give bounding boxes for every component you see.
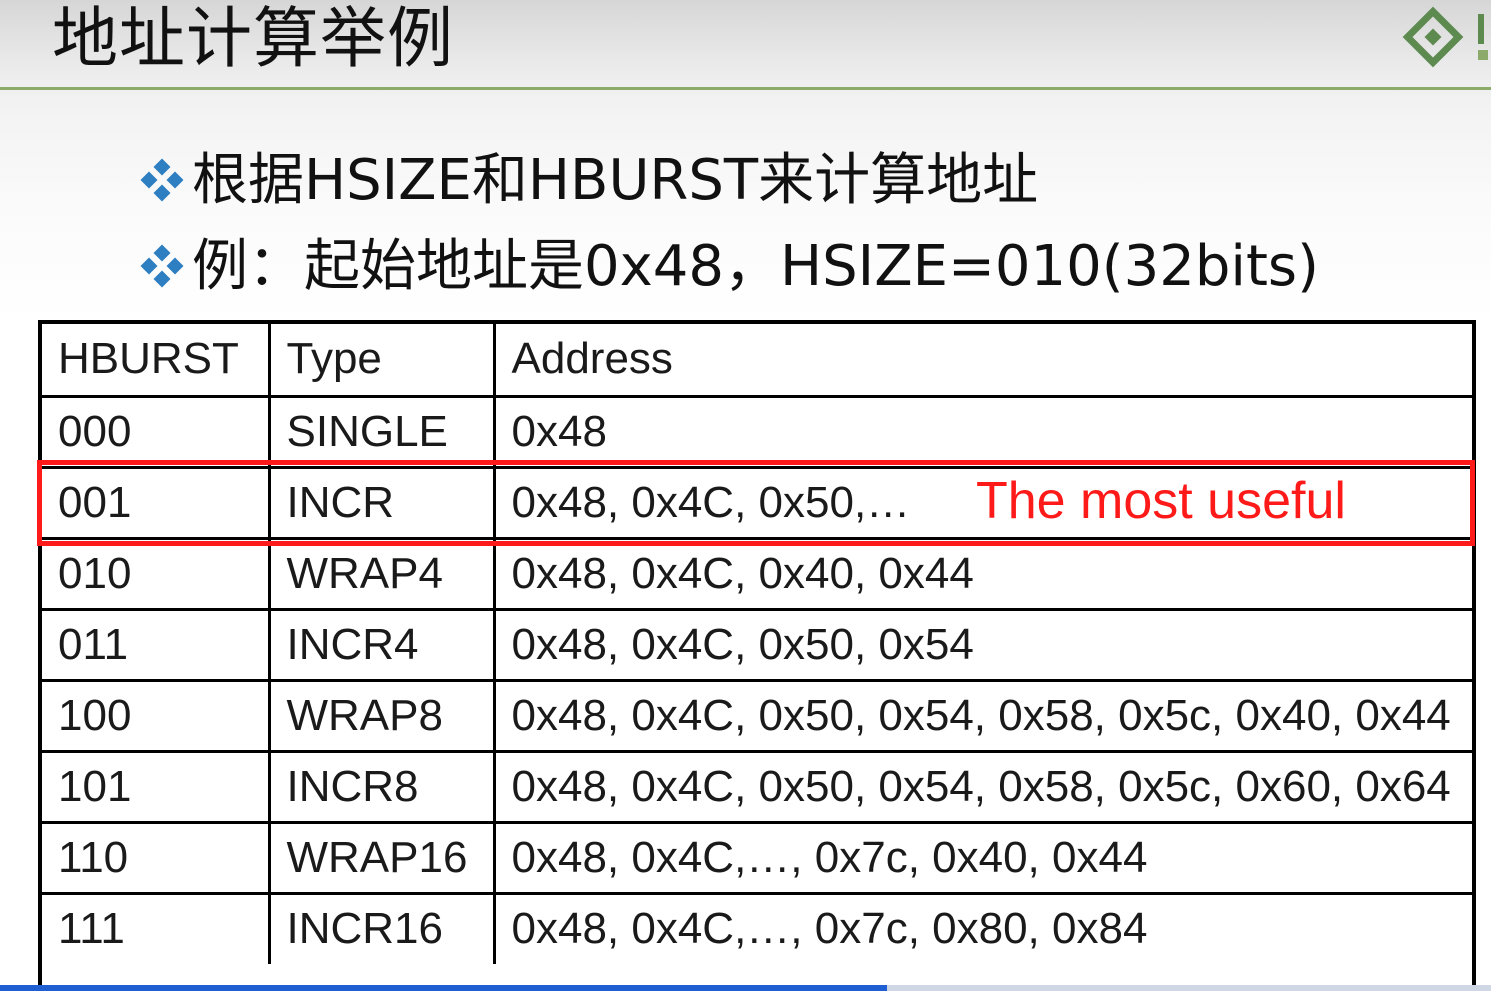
hburst-cell: 000 [42,394,269,467]
address-cell: 0x48 [492,394,1472,467]
header-hburst: HBURST [58,334,239,384]
type-cell: INCR [267,465,494,538]
address-cell: 0x48, 0x4C, 0x50, 0x54 [492,607,1472,680]
hburst-cell: 010 [42,536,269,609]
four-diamond-bullet-icon [140,244,184,288]
hburst-cell: 111 [42,891,269,964]
bullet-item: 例：起始地址是0x48，HSIZE=010(32bits) [140,234,1319,300]
hburst-cell: 011 [42,607,269,680]
address-cell: 0x48, 0x4C, 0x50, 0x54, 0x58, 0x5c, 0x60… [492,749,1472,822]
annotation-label: The most useful [976,472,1346,530]
four-diamond-bullet-icon [140,158,184,202]
table-row: 000 SINGLE 0x48 [42,394,1472,467]
address-cell: 0x48, 0x4C, 0x50, 0x54, 0x58, 0x5c, 0x40… [492,678,1472,751]
slide-title: 地址计算举例 [52,0,454,77]
type-cell: WRAP8 [267,678,494,751]
table-row: 111 INCR16 0x48, 0x4C,…, 0x7c, 0x80, 0x8… [42,891,1472,964]
type-cell: SINGLE [267,394,494,467]
type-cell: INCR8 [267,749,494,822]
title-divider [0,87,1491,90]
type-cell: INCR4 [267,607,494,680]
type-cell: WRAP4 [267,536,494,609]
table-row: 101 INCR8 0x48, 0x4C, 0x50, 0x54, 0x58, … [42,749,1472,822]
bullet-text: 例：起始地址是0x48，HSIZE=010(32bits) [192,234,1319,299]
header-type: Type [267,324,494,396]
table-row: 110 WRAP16 0x48, 0x4C,…, 0x7c, 0x40, 0x4… [42,820,1472,893]
bullet-item: 根据HSIZE和HBURST来计算地址 [140,148,1038,214]
table-row: 100 WRAP8 0x48, 0x4C, 0x50, 0x54, 0x58, … [42,678,1472,751]
table-header-row: HBURST Type Address [42,324,1472,396]
hburst-cell: 001 [42,465,269,538]
type-cell: INCR16 [267,891,494,964]
type-cell: WRAP16 [267,820,494,893]
company-logo [1402,6,1488,68]
table-row: 011 INCR4 0x48, 0x4C, 0x50, 0x54 [42,607,1472,680]
address-cell: 0x48, 0x4C,…, 0x7c, 0x80, 0x84 [492,891,1472,964]
table-row: 010 WRAP4 0x48, 0x4C, 0x40, 0x44 [42,536,1472,609]
video-progress-track[interactable] [887,985,1491,991]
address-cell: 0x48, 0x4C, 0x40, 0x44 [492,536,1472,609]
address-table: HBURST Type Address 000 SINGLE 0x48 001 … [38,320,1476,990]
hburst-cell: 101 [42,749,269,822]
address-cell: 0x48, 0x4C,…, 0x7c, 0x40, 0x44 [492,820,1472,893]
hburst-cell: 100 [42,678,269,751]
hburst-cell: 110 [42,820,269,893]
bullet-text: 根据HSIZE和HBURST来计算地址 [192,148,1039,213]
slide: 地址计算举例 根据HSIZE和HBURST来计算地址 例：起始地址是0x48，H… [0,0,1491,1001]
header-address: Address [492,324,1472,396]
video-progress-bar[interactable] [0,985,887,991]
